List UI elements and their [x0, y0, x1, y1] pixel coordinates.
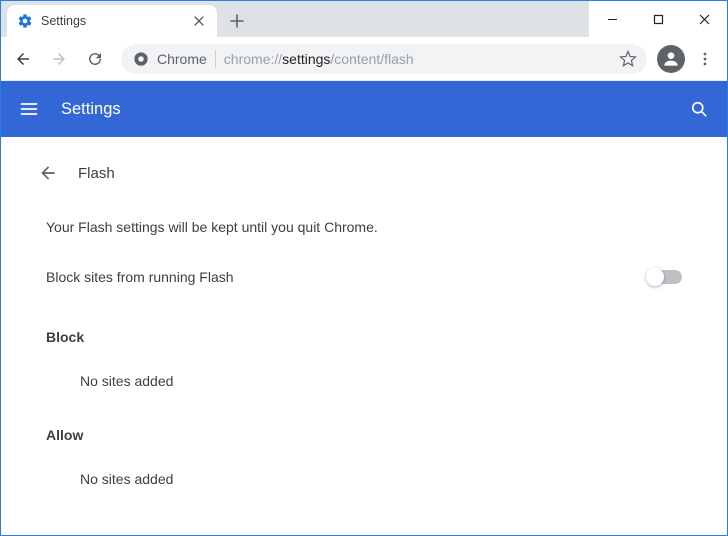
- settings-search-icon[interactable]: [687, 97, 711, 121]
- window-titlebar: Settings: [1, 1, 727, 37]
- window-controls: [589, 1, 727, 37]
- chrome-icon: [133, 51, 149, 67]
- block-flash-toggle[interactable]: [648, 270, 682, 284]
- flash-settings-section: Your Flash settings will be kept until y…: [24, 201, 704, 509]
- allow-section-empty: No sites added: [46, 449, 682, 509]
- toggle-label: Block sites from running Flash: [46, 269, 648, 285]
- new-tab-button[interactable]: [223, 7, 251, 35]
- tab-close-icon[interactable]: [191, 13, 207, 29]
- url-host: settings: [282, 51, 330, 67]
- browser-toolbar: Chrome chrome://settings/content/flash: [1, 37, 727, 81]
- url-scheme: chrome://: [224, 51, 282, 67]
- settings-gear-icon: [17, 13, 33, 29]
- toggle-knob: [646, 268, 664, 286]
- url-text: chrome://settings/content/flash: [224, 51, 414, 67]
- block-section-empty: No sites added: [46, 351, 682, 411]
- window-close-button[interactable]: [681, 1, 727, 37]
- block-section-header: Block: [46, 313, 682, 351]
- block-flash-toggle-row: Block sites from running Flash: [46, 261, 682, 313]
- page-back-button[interactable]: [28, 153, 68, 193]
- appbar-title: Settings: [61, 100, 687, 119]
- page-title: Flash: [78, 165, 115, 182]
- window-maximize-button[interactable]: [635, 1, 681, 37]
- omnibox-divider: [215, 50, 216, 68]
- chrome-chip-label: Chrome: [157, 51, 207, 67]
- nav-forward-button[interactable]: [43, 43, 75, 75]
- profile-avatar-button[interactable]: [657, 45, 685, 73]
- browser-menu-button[interactable]: [689, 43, 721, 75]
- settings-appbar: Settings: [1, 81, 727, 137]
- url-path: /content/flash: [330, 51, 413, 67]
- tab-strip: Settings: [1, 1, 589, 37]
- nav-reload-button[interactable]: [79, 43, 111, 75]
- page-subheader: Flash: [24, 145, 704, 201]
- window-minimize-button[interactable]: [589, 1, 635, 37]
- hamburger-menu-icon[interactable]: [17, 97, 41, 121]
- browser-tab[interactable]: Settings: [7, 5, 217, 37]
- settings-card: Flash Your Flash settings will be kept u…: [24, 137, 704, 535]
- nav-back-button[interactable]: [7, 43, 39, 75]
- page-info-text: Your Flash settings will be kept until y…: [46, 201, 682, 261]
- allow-section-header: Allow: [46, 411, 682, 449]
- bookmark-star-icon[interactable]: [619, 50, 637, 68]
- address-bar[interactable]: Chrome chrome://settings/content/flash: [121, 44, 647, 74]
- settings-content: Flash Your Flash settings will be kept u…: [1, 137, 727, 535]
- tab-title: Settings: [41, 14, 183, 28]
